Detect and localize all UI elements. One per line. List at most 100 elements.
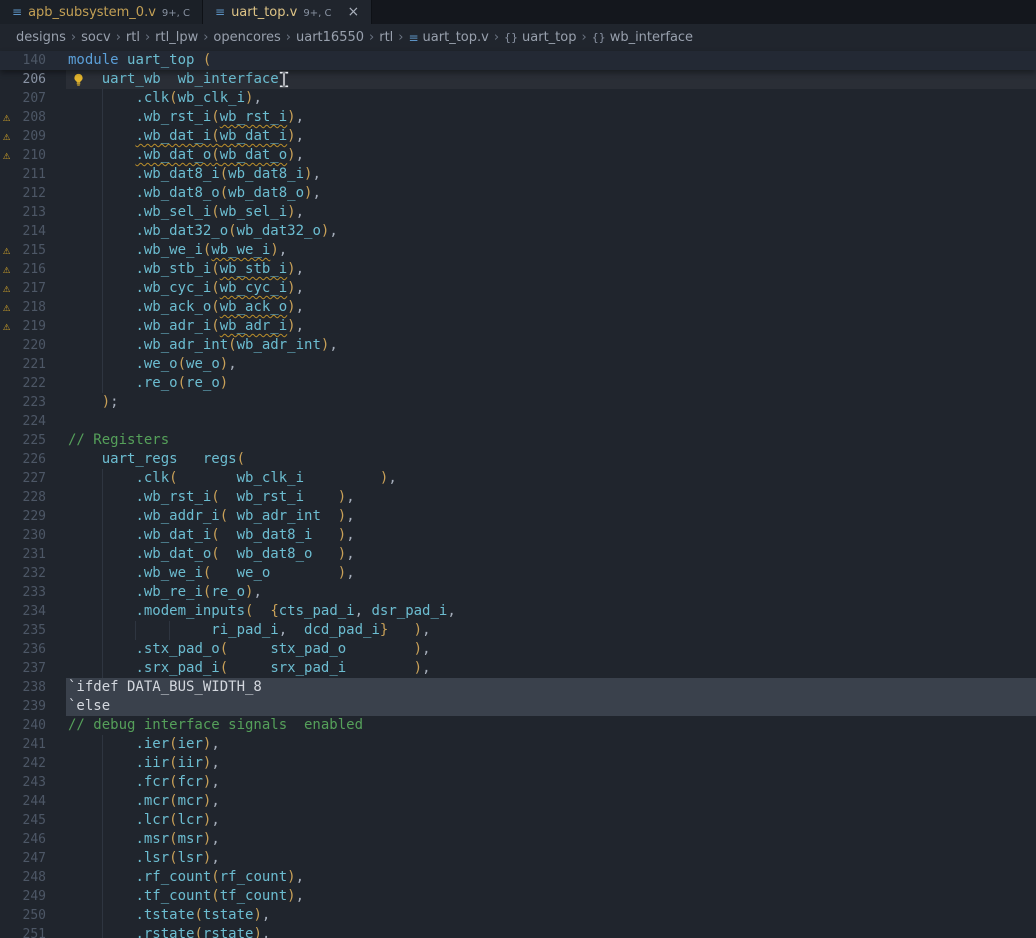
code-line[interactable]: 228 .wb_rst_i( wb_rst_i ), [0, 488, 1036, 507]
line-number[interactable]: 207 [0, 89, 46, 108]
breadcrumb-item-designs[interactable]: designs [16, 30, 66, 45]
code-line[interactable]: 140module uart_top ( [0, 51, 1036, 70]
code-line[interactable]: 226 uart_regs regs( [0, 450, 1036, 469]
breadcrumb-item-uart_top.v[interactable]: ≡uart_top.v [408, 30, 488, 45]
line-number[interactable]: 225 [0, 431, 46, 450]
line-number[interactable]: 221 [0, 355, 46, 374]
code-line[interactable]: 235 ri_pad_i, dcd_pad_i} ), [0, 621, 1036, 640]
code-line[interactable]: 242 .iir(iir), [0, 754, 1036, 773]
line-number[interactable]: 234 [0, 602, 46, 621]
code-line[interactable]: 221 .we_o(we_o), [0, 355, 1036, 374]
line-number[interactable]: 235 [0, 621, 46, 640]
breadcrumb-item-wb_interface[interactable]: {}wb_interface [592, 30, 693, 45]
code-line[interactable]: 210⚠ .wb_dat_o(wb_dat_o), [0, 146, 1036, 165]
code-line[interactable]: 241 .ier(ier), [0, 735, 1036, 754]
code-line[interactable]: 246 .msr(msr), [0, 830, 1036, 849]
code-line[interactable]: 233 .wb_re_i(re_o), [0, 583, 1036, 602]
line-number[interactable]: 224 [0, 412, 46, 431]
code-line[interactable]: 215⚠ .wb_we_i(wb_we_i), [0, 241, 1036, 260]
line-number[interactable]: 245 [0, 811, 46, 830]
line-number[interactable]: 213 [0, 203, 46, 222]
code-line[interactable]: 239`else [0, 697, 1036, 716]
code-line[interactable]: 250 .tstate(tstate), [0, 906, 1036, 925]
breadcrumb-item-rtl_lpw[interactable]: rtl_lpw [155, 30, 198, 45]
line-number[interactable]: 227 [0, 469, 46, 488]
line-number[interactable]: 230 [0, 526, 46, 545]
sticky-line-container[interactable]: 140module uart_top ( [0, 51, 1036, 70]
line-number[interactable]: 226 [0, 450, 46, 469]
line-number[interactable]: 248 [0, 868, 46, 887]
code-line[interactable]: 212 .wb_dat8_o(wb_dat8_o), [0, 184, 1036, 203]
code-line[interactable]: 206 uart_wb wb_interface [0, 70, 1036, 89]
breadcrumb-item-socv[interactable]: socv [81, 30, 111, 45]
line-number[interactable]: 240 [0, 716, 46, 735]
code-line[interactable]: 211 .wb_dat8_i(wb_dat8_i), [0, 165, 1036, 184]
code-line[interactable]: 230 .wb_dat_i( wb_dat8_i ), [0, 526, 1036, 545]
code-line[interactable]: 213 .wb_sel_i(wb_sel_i), [0, 203, 1036, 222]
code-line[interactable]: 240// debug interface signals enabled [0, 716, 1036, 735]
line-number[interactable]: 244 [0, 792, 46, 811]
tab-apb-subsystem[interactable]: ≡ apb_subsystem_0.v 9+, C [0, 0, 203, 24]
code-line[interactable]: 248 .rf_count(rf_count), [0, 868, 1036, 887]
line-number[interactable]: 243 [0, 773, 46, 792]
code-line[interactable]: 236 .stx_pad_o( stx_pad_o ), [0, 640, 1036, 659]
close-icon[interactable]: × [347, 4, 359, 20]
code-line[interactable]: 232 .wb_we_i( we_o ), [0, 564, 1036, 583]
code-line[interactable]: 223 ); [0, 393, 1036, 412]
code-line[interactable]: 247 .lsr(lsr), [0, 849, 1036, 868]
line-number[interactable]: 220 [0, 336, 46, 355]
code-line[interactable]: 222 .re_o(re_o) [0, 374, 1036, 393]
line-number[interactable]: 140 [0, 51, 46, 70]
line-number[interactable]: 211 [0, 165, 46, 184]
line-number[interactable]: 214 [0, 222, 46, 241]
code-line[interactable]: 214 .wb_dat32_o(wb_dat32_o), [0, 222, 1036, 241]
line-number[interactable]: 233 [0, 583, 46, 602]
code-line[interactable]: 251 .rstate(rstate), [0, 925, 1036, 938]
code-line[interactable]: 219⚠ .wb_adr_i(wb_adr_i), [0, 317, 1036, 336]
line-number[interactable]: 238 [0, 678, 46, 697]
code-line[interactable]: 217⚠ .wb_cyc_i(wb_cyc_i), [0, 279, 1036, 298]
line-number[interactable]: 212 [0, 184, 46, 203]
code-line[interactable]: 237 .srx_pad_i( srx_pad_i ), [0, 659, 1036, 678]
code-line[interactable]: 249 .tf_count(tf_count), [0, 887, 1036, 906]
line-number[interactable]: 232 [0, 564, 46, 583]
code-line[interactable]: 243 .fcr(fcr), [0, 773, 1036, 792]
line-number[interactable]: 236 [0, 640, 46, 659]
code-line[interactable]: 220 .wb_adr_int(wb_adr_int), [0, 336, 1036, 355]
code-line[interactable]: 224 [0, 412, 1036, 431]
line-number[interactable]: 247 [0, 849, 46, 868]
line-number[interactable]: 237 [0, 659, 46, 678]
line-number[interactable]: 239 [0, 697, 46, 716]
line-number[interactable]: 251 [0, 925, 46, 938]
line-number[interactable]: 249 [0, 887, 46, 906]
line-number[interactable]: 206 [0, 70, 46, 89]
line-number[interactable]: 246 [0, 830, 46, 849]
code-line[interactable]: 218⚠ .wb_ack_o(wb_ack_o), [0, 298, 1036, 317]
line-number[interactable]: 222 [0, 374, 46, 393]
code-line[interactable]: 227 .clk( wb_clk_i ), [0, 469, 1036, 488]
code-line[interactable]: 244 .mcr(mcr), [0, 792, 1036, 811]
breadcrumb-item-rtl[interactable]: rtl [126, 30, 140, 45]
code-line[interactable]: 208⚠ .wb_rst_i(wb_rst_i), [0, 108, 1036, 127]
line-number[interactable]: 223 [0, 393, 46, 412]
line-number[interactable]: 242 [0, 754, 46, 773]
breadcrumb-item-uart_top[interactable]: {}uart_top [504, 30, 576, 45]
code-line[interactable]: 207 .clk(wb_clk_i), [0, 89, 1036, 108]
tab-uart-top[interactable]: ≡ uart_top.v 9+, C × [203, 0, 372, 24]
line-number[interactable]: 241 [0, 735, 46, 754]
code-line[interactable]: 225// Registers [0, 431, 1036, 450]
code-line[interactable]: 209⚠ .wb_dat_i(wb_dat_i), [0, 127, 1036, 146]
code-line[interactable]: 216⚠ .wb_stb_i(wb_stb_i), [0, 260, 1036, 279]
code-line[interactable]: 231 .wb_dat_o( wb_dat8_o ), [0, 545, 1036, 564]
code-line[interactable]: 234 .modem_inputs( {cts_pad_i, dsr_pad_i… [0, 602, 1036, 621]
code-line[interactable]: 245 .lcr(lcr), [0, 811, 1036, 830]
code-line[interactable]: 229 .wb_addr_i( wb_adr_int ), [0, 507, 1036, 526]
breadcrumb-item-opencores[interactable]: opencores [213, 30, 280, 45]
line-number[interactable]: 228 [0, 488, 46, 507]
line-number[interactable]: 229 [0, 507, 46, 526]
breadcrumb-item-rtl[interactable]: rtl [379, 30, 393, 45]
line-number[interactable]: 231 [0, 545, 46, 564]
breadcrumb-item-uart16550[interactable]: uart16550 [296, 30, 364, 45]
line-number[interactable]: 250 [0, 906, 46, 925]
code-line[interactable]: 238`ifdef DATA_BUS_WIDTH_8 [0, 678, 1036, 697]
